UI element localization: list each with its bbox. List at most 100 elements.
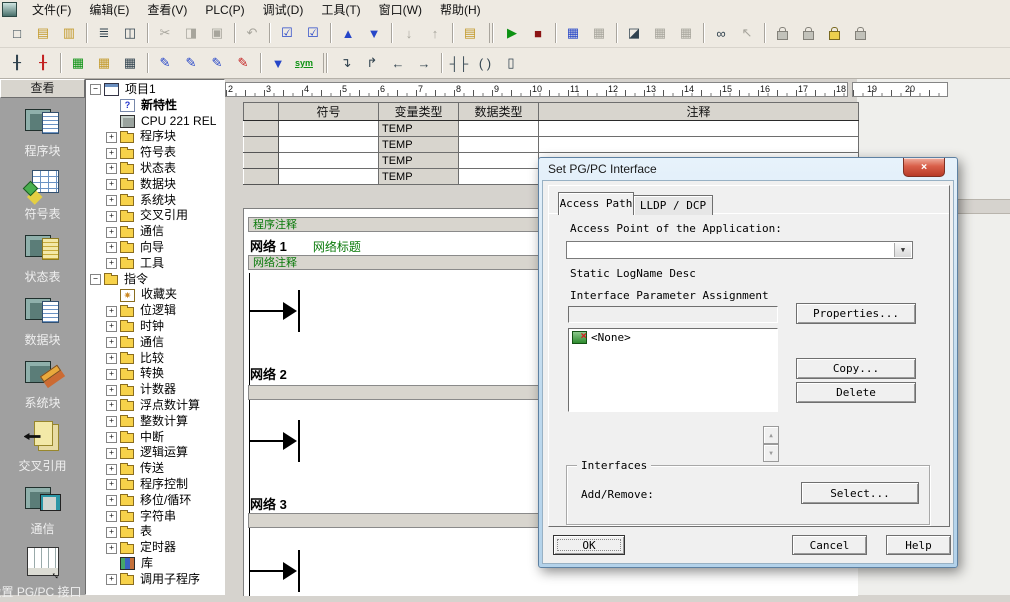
stop-button[interactable]: ■ (526, 21, 550, 45)
draw-junction-button[interactable]: ✎ (205, 51, 229, 75)
tree-expander[interactable]: + (106, 163, 117, 174)
table-cell[interactable]: TEMP (379, 137, 459, 153)
tree-item[interactable]: +向导 (86, 240, 224, 256)
sidebar-item-program-block[interactable]: 程序块 (0, 98, 85, 161)
cut-button[interactable]: ✂ (153, 21, 177, 45)
draw-branch-button[interactable]: ✎ (179, 51, 203, 75)
menu-window[interactable]: 窗口(W) (370, 0, 431, 20)
interface-list[interactable]: <None> (568, 328, 778, 412)
tree-expander[interactable]: + (106, 148, 117, 159)
delete-button[interactable]: Delete (796, 382, 916, 403)
upload-button[interactable]: ▲ (336, 21, 360, 45)
row-selector[interactable] (244, 121, 279, 137)
save-all-button[interactable]: ▥ (57, 21, 81, 45)
tree-item[interactable]: +移位/循环 (86, 493, 224, 509)
delete-network-button[interactable]: ╂ (31, 51, 55, 75)
sidebar-item-set-pgpc-interface[interactable]: 设置 PG/PC 接口 (0, 539, 85, 602)
print-preview-button[interactable]: ◫ (118, 21, 142, 45)
properties-button[interactable]: Properties... (796, 303, 916, 324)
tree-item[interactable]: 库 (86, 556, 224, 572)
table-cell[interactable] (459, 121, 539, 137)
table-cell[interactable]: TEMP (379, 169, 459, 185)
tree-expander[interactable]: + (106, 464, 117, 475)
table-cell[interactable]: TEMP (379, 153, 459, 169)
lock-timed-button[interactable] (822, 21, 846, 45)
scroll-down-icon[interactable]: ▼ (763, 444, 779, 462)
row-selector[interactable] (244, 137, 279, 153)
copy-button[interactable]: ◨ (179, 21, 203, 45)
symbol-table-view-button[interactable]: ▦ (66, 51, 90, 75)
erase-line-button[interactable]: ✎ (231, 51, 255, 75)
select-button[interactable]: Select... (801, 482, 919, 504)
dialog-titlebar[interactable]: Set PG/PC Interface (539, 158, 957, 180)
monitor-button[interactable]: ∞ (709, 21, 733, 45)
compile-button[interactable]: ☑ (275, 21, 299, 45)
table-cell[interactable] (459, 169, 539, 185)
list-scrollbar[interactable]: ▲ ▼ (763, 426, 779, 462)
tree-expander[interactable]: + (106, 258, 117, 269)
undo-button[interactable]: ↶ (240, 21, 264, 45)
tree-expander[interactable]: + (106, 511, 117, 522)
status-chart-button[interactable]: ◪ (622, 21, 646, 45)
compile-all-button[interactable]: ☑ (301, 21, 325, 45)
coil-button[interactable]: ( ) (473, 51, 497, 75)
tree-item[interactable]: +调用子程序 (86, 572, 224, 588)
single-read-button[interactable]: ▦ (648, 21, 672, 45)
program-status-button[interactable]: ▦ (561, 21, 585, 45)
tree-expander[interactable]: + (106, 306, 117, 317)
table-cell[interactable] (279, 153, 379, 169)
show-addressing-button[interactable]: ▦ (118, 51, 142, 75)
network-title[interactable]: 网络标题 (313, 240, 361, 254)
line-down-button[interactable]: ↴ (334, 51, 358, 75)
table-cell[interactable] (279, 137, 379, 153)
menu-tools[interactable]: 工具(T) (312, 0, 369, 20)
tree-expander[interactable]: + (106, 353, 117, 364)
draw-line-button[interactable]: ✎ (153, 51, 177, 75)
tree-item[interactable]: 新特性 (86, 98, 224, 114)
row-selector[interactable] (244, 169, 279, 185)
cancel-button[interactable]: Cancel (792, 535, 867, 555)
tree-item[interactable]: −指令 (86, 272, 224, 288)
sidebar-item-cross-reference[interactable]: 交叉引用 (0, 413, 85, 476)
tab-lldp-dcp[interactable]: LLDP / DCP (633, 195, 713, 215)
tree-item[interactable]: +比较 (86, 351, 224, 367)
line-left-button[interactable]: ← (386, 51, 410, 75)
new-project-button[interactable]: □ (5, 21, 29, 45)
options-button[interactable]: ▤ (458, 21, 482, 45)
sort-descending-button[interactable]: ↑ (423, 21, 447, 45)
tree-item[interactable]: +符号表 (86, 145, 224, 161)
tree-expander[interactable]: − (90, 274, 101, 285)
box-button[interactable]: ▯ (499, 51, 523, 75)
combobox-dropdown-icon[interactable]: ▼ (894, 243, 911, 257)
sidebar-item-symbol-table[interactable]: 符号表 (0, 161, 85, 224)
tree-item[interactable]: CPU 221 REL (86, 114, 224, 130)
sidebar-item-status-chart[interactable]: 状态表 (0, 224, 85, 287)
sort-ascending-button[interactable]: ↓ (397, 21, 421, 45)
tree-expander[interactable]: + (106, 527, 117, 538)
tree-expander[interactable]: + (106, 495, 117, 506)
unlock-button[interactable] (796, 21, 820, 45)
tree-item[interactable]: +通信 (86, 224, 224, 240)
print-button[interactable]: ≣ (92, 21, 116, 45)
tree-expander[interactable]: + (106, 416, 117, 427)
table-cell[interactable] (279, 121, 379, 137)
pause-status-button[interactable]: ▦ (587, 21, 611, 45)
tree-item[interactable]: +时钟 (86, 319, 224, 335)
close-button[interactable]: × (903, 158, 945, 177)
line-right-button[interactable]: → (412, 51, 436, 75)
copy-button[interactable]: Copy... (796, 358, 916, 379)
tree-item[interactable]: +字符串 (86, 509, 224, 525)
tree-item[interactable]: +状态表 (86, 161, 224, 177)
sidebar-item-system-block[interactable]: 系统块 (0, 350, 85, 413)
tree-item[interactable]: +表 (86, 524, 224, 540)
line-up-button[interactable]: ↱ (360, 51, 384, 75)
tree-expander[interactable]: + (106, 179, 117, 190)
tree-item[interactable]: +位逻辑 (86, 303, 224, 319)
insert-network-button[interactable]: ╂ (5, 51, 29, 75)
force-table-button[interactable]: ▦ (674, 21, 698, 45)
ok-button[interactable]: OK (553, 535, 625, 555)
tree-expander[interactable]: + (106, 543, 117, 554)
open-project-button[interactable]: ▤ (31, 21, 55, 45)
table-cell[interactable] (459, 153, 539, 169)
run-button[interactable]: ▶ (500, 21, 524, 45)
